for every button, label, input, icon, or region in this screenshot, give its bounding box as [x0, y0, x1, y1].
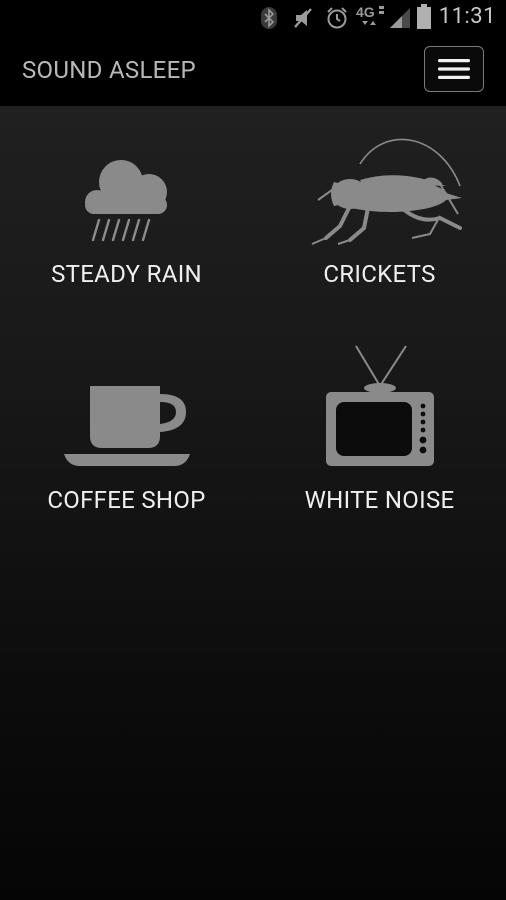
signal-icon: [390, 8, 410, 28]
sound-tile-white-noise[interactable]: WHITE NOISE: [253, 330, 506, 550]
action-bar: SOUND ASLEEP: [0, 36, 506, 106]
sound-tile-crickets[interactable]: CRICKETS: [253, 106, 506, 326]
bluetooth-icon: [261, 7, 277, 29]
sound-tile-coffee-shop[interactable]: COFFEE SHOP: [0, 330, 253, 550]
rain-cloud-icon: [84, 160, 167, 242]
cricket-icon: [311, 138, 462, 245]
coffee-cup-icon: [63, 386, 190, 466]
sound-label: STEADY RAIN: [51, 260, 202, 288]
svg-text:4G: 4G: [356, 4, 375, 20]
alarm-icon: [327, 7, 347, 29]
battery-icon: [417, 4, 431, 29]
sound-tile-steady-rain[interactable]: STEADY RAIN: [0, 106, 253, 326]
sound-label: CRICKETS: [323, 260, 436, 288]
status-clock: 11:31: [438, 4, 496, 29]
app-title: SOUND ASLEEP: [22, 56, 197, 84]
4g-icon: 4G: [356, 4, 384, 25]
sound-label: COFFEE SHOP: [47, 486, 206, 514]
mute-icon: [294, 8, 312, 28]
sound-grid: STEADY RAIN CRICKETS COFFEE SHOP WHITE N…: [0, 106, 506, 900]
status-bar: 4G 11:31: [0, 0, 506, 36]
hamburger-icon: [438, 59, 470, 79]
menu-button[interactable]: [424, 46, 484, 92]
sound-label: WHITE NOISE: [304, 486, 455, 514]
television-icon: [325, 345, 434, 466]
